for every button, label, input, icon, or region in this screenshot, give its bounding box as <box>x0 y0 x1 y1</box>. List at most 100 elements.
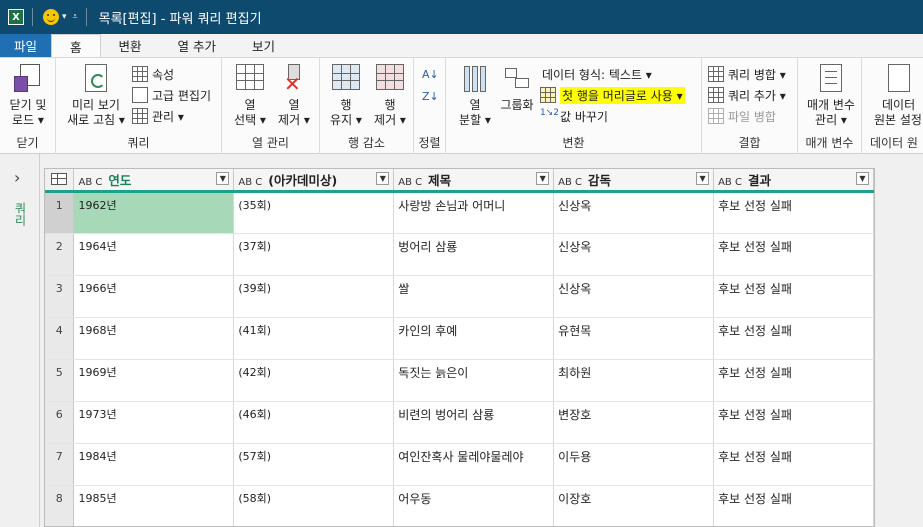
table-row[interactable]: 1 1962년 (35회) 사랑방 손님과 어머니 신상옥 후보 선정 실패 <box>45 191 874 234</box>
table-cell[interactable]: 여인잔혹사 물레야물레야 <box>393 443 555 486</box>
close-and-load-button[interactable]: 닫기 및 로드 ▾ <box>4 64 52 128</box>
filter-dropdown-icon[interactable]: ▼ <box>376 172 390 185</box>
tab-transform[interactable]: 변환 <box>101 34 160 57</box>
table-row[interactable]: 2 1964년 (37회) 벙어리 삼룡 신상옥 후보 선정 실패 <box>45 233 874 276</box>
table-row[interactable]: 3 1966년 (39회) 쌀 신상옥 후보 선정 실패 <box>45 275 874 318</box>
table-cell[interactable]: 1962년 <box>73 191 235 234</box>
table-cell[interactable]: 변장호 <box>553 401 715 444</box>
table-cell[interactable]: 신상옥 <box>553 275 715 318</box>
column-header-result[interactable]: AB C 결과 ▼ <box>713 169 874 193</box>
table-row[interactable]: 5 1969년 (42회) 독짓는 늙은이 최하원 후보 선정 실패 <box>45 359 874 402</box>
table-cell[interactable]: (42회) <box>233 359 395 402</box>
table-cell[interactable]: (39회) <box>233 275 395 318</box>
table-cell[interactable]: 후보 선정 실패 <box>713 485 874 526</box>
table-cell[interactable]: 후보 선정 실패 <box>713 317 874 360</box>
table-cell[interactable]: 후보 선정 실패 <box>713 275 874 318</box>
table-cell[interactable]: 1964년 <box>73 233 235 276</box>
filter-dropdown-icon[interactable]: ▼ <box>216 172 230 185</box>
manage-parameters-button[interactable]: 매개 변수 관리 ▾ <box>802 64 860 128</box>
table-cell[interactable]: 벙어리 삼룡 <box>393 233 555 276</box>
tab-view[interactable]: 보기 <box>234 34 293 57</box>
column-header-director[interactable]: AB C 감독 ▼ <box>553 169 715 193</box>
group-by-button[interactable]: 그룹화 <box>496 64 538 113</box>
column-header-academy[interactable]: AB C (아카데미상) ▼ <box>233 169 395 193</box>
table-cell[interactable]: 신상옥 <box>553 191 715 234</box>
queries-pane-label[interactable]: 쿼리 <box>12 202 29 226</box>
table-row[interactable]: 4 1968년 (41회) 카인의 후예 유현목 후보 선정 실패 <box>45 317 874 360</box>
table-cell[interactable]: 1973년 <box>73 401 235 444</box>
table-cell[interactable]: 1984년 <box>73 443 235 486</box>
table-cell[interactable]: 신상옥 <box>553 233 715 276</box>
table-cell[interactable]: 이두용 <box>553 443 715 486</box>
table-menu-button[interactable] <box>45 169 75 193</box>
tab-home[interactable]: 홈 <box>51 34 101 57</box>
row-number[interactable]: 3 <box>45 275 75 318</box>
tab-add-column[interactable]: 열 추가 <box>160 34 234 57</box>
column-header-year[interactable]: AB C 연도 ▼ <box>73 169 235 193</box>
table-cell[interactable]: (58회) <box>233 485 395 526</box>
table-row[interactable]: 8 1985년 (58회) 어우동 이장호 후보 선정 실패 <box>45 485 874 526</box>
tab-file[interactable]: 파일 <box>0 34 52 57</box>
table-cell[interactable]: (46회) <box>233 401 395 444</box>
table-cell[interactable]: 후보 선정 실패 <box>713 443 874 486</box>
table-cell[interactable]: 최하원 <box>553 359 715 402</box>
table-row[interactable]: 6 1973년 (46회) 비련의 벙어리 삼룡 변장호 후보 선정 실패 <box>45 401 874 444</box>
text-type-icon[interactable]: AB C <box>718 177 742 188</box>
table-cell[interactable]: 이장호 <box>553 485 715 526</box>
row-number[interactable]: 1 <box>45 191 75 234</box>
row-number[interactable]: 4 <box>45 317 75 360</box>
text-type-icon[interactable]: AB C <box>558 177 582 188</box>
table-cell[interactable]: 독짓는 늙은이 <box>393 359 555 402</box>
filter-dropdown-icon[interactable]: ▼ <box>696 172 710 185</box>
table-cell[interactable]: 후보 선정 실패 <box>713 191 874 234</box>
row-number[interactable]: 7 <box>45 443 75 486</box>
properties-button[interactable]: 속성 <box>132 64 174 84</box>
choose-columns-button[interactable]: 열 선택 ▾ <box>228 64 272 128</box>
table-cell[interactable]: 후보 선정 실패 <box>713 233 874 276</box>
filter-dropdown-icon[interactable]: ▼ <box>856 172 869 185</box>
advanced-editor-button[interactable]: 고급 편집기 <box>132 85 211 105</box>
expand-queries-chevron-icon[interactable]: › <box>14 168 20 187</box>
table-cell[interactable]: (57회) <box>233 443 395 486</box>
data-type-dropdown[interactable]: 데이터 형식: 텍스트 ▾ <box>542 64 652 84</box>
replace-values-button[interactable]: 1↘2 값 바꾸기 <box>540 106 608 126</box>
filter-dropdown-icon[interactable]: ▼ <box>536 172 550 185</box>
table-cell[interactable]: 1985년 <box>73 485 235 526</box>
feedback-dropdown-icon[interactable]: ▾ <box>62 12 67 22</box>
row-number[interactable]: 8 <box>45 485 75 526</box>
table-cell[interactable]: 후보 선정 실패 <box>713 401 874 444</box>
table-cell[interactable]: 1966년 <box>73 275 235 318</box>
table-row[interactable]: 7 1984년 (57회) 여인잔혹사 물레야물레야 이두용 후보 선정 실패 <box>45 443 874 486</box>
sort-ascending-icon[interactable]: A↓ <box>422 64 439 84</box>
append-queries-button[interactable]: 쿼리 추가 ▾ <box>708 85 786 105</box>
row-number[interactable]: 5 <box>45 359 75 402</box>
remove-columns-button[interactable]: ✕ 열 제거 ▾ <box>272 64 316 128</box>
data-source-settings-button[interactable]: 데이터 원본 설정 <box>868 64 923 128</box>
table-cell[interactable]: 후보 선정 실패 <box>713 359 874 402</box>
table-cell[interactable]: 유현목 <box>553 317 715 360</box>
use-first-row-as-headers-button[interactable]: 첫 행을 머리글로 사용 ▾ <box>540 85 685 105</box>
manage-button[interactable]: 관리 ▾ <box>132 106 184 126</box>
table-cell[interactable]: 사랑방 손님과 어머니 <box>393 191 555 234</box>
column-header-title[interactable]: AB C 제목 ▼ <box>393 169 555 193</box>
excel-icon[interactable]: X <box>8 9 24 25</box>
sort-descending-icon[interactable]: Z↓ <box>422 86 439 106</box>
table-cell[interactable]: 어우동 <box>393 485 555 526</box>
refresh-preview-button[interactable]: 미리 보기 새로 고침 ▾ <box>62 64 130 128</box>
table-cell[interactable]: 카인의 후예 <box>393 317 555 360</box>
row-number[interactable]: 6 <box>45 401 75 444</box>
table-cell[interactable]: (35회) <box>233 191 395 234</box>
merge-queries-button[interactable]: 쿼리 병합 ▾ <box>708 64 786 84</box>
text-type-icon[interactable]: AB C <box>238 177 262 188</box>
smiley-feedback-icon[interactable] <box>43 9 59 25</box>
table-cell[interactable]: 비련의 벙어리 삼룡 <box>393 401 555 444</box>
row-number[interactable]: 2 <box>45 233 75 276</box>
table-cell[interactable]: 1968년 <box>73 317 235 360</box>
split-column-button[interactable]: 열 분할 ▾ <box>452 64 498 128</box>
table-cell[interactable]: 쌀 <box>393 275 555 318</box>
combine-files-button[interactable]: 파일 병합 <box>708 106 776 126</box>
table-cell[interactable]: (41회) <box>233 317 395 360</box>
table-cell[interactable]: (37회) <box>233 233 395 276</box>
text-type-icon[interactable]: AB C <box>398 177 422 188</box>
keep-rows-button[interactable]: 행 유지 ▾ <box>324 64 368 128</box>
